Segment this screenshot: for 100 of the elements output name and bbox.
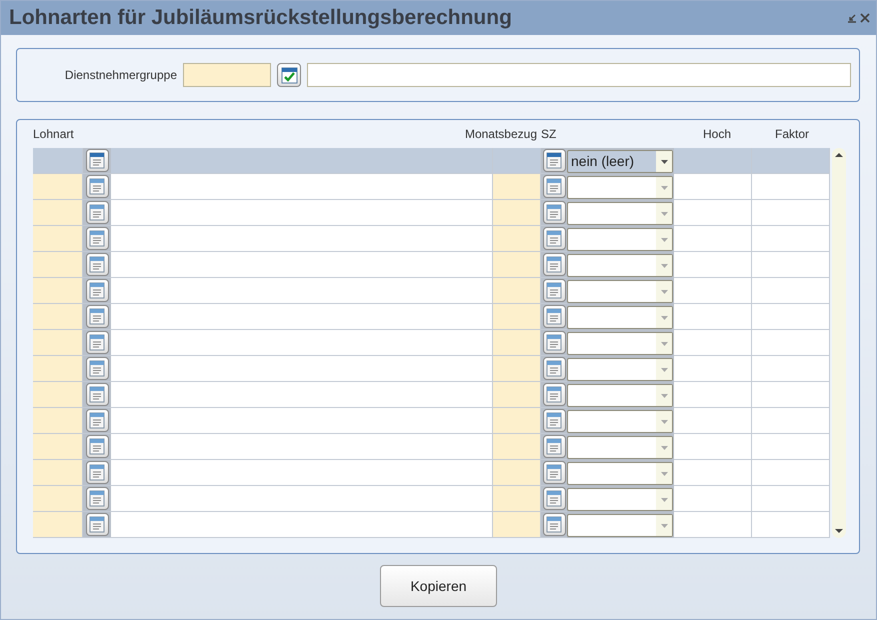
table-row[interactable]: nein (leer) <box>33 148 830 174</box>
list-icon <box>546 308 562 325</box>
sz-dropdown[interactable] <box>567 202 673 225</box>
table-cell <box>493 200 541 226</box>
table-cell <box>33 304 83 330</box>
lookup-button[interactable] <box>86 513 108 536</box>
copy-button[interactable]: Kopieren <box>380 565 497 607</box>
sz-dropdown[interactable] <box>567 332 673 355</box>
table-cell <box>493 382 541 408</box>
sz-dropdown[interactable] <box>567 228 673 251</box>
table-row[interactable] <box>33 278 830 304</box>
caret-icon <box>660 498 668 502</box>
lookup-button[interactable] <box>542 279 566 302</box>
lookup-button[interactable] <box>86 487 108 510</box>
lookup-button[interactable] <box>86 331 108 354</box>
lookup-button[interactable] <box>86 253 108 276</box>
sz-dropdown[interactable] <box>567 514 673 537</box>
lookup-button[interactable] <box>542 305 566 328</box>
table-row[interactable] <box>33 252 830 278</box>
list-icon <box>89 464 105 481</box>
table-cell <box>493 434 541 460</box>
lookup-button[interactable] <box>542 253 566 276</box>
lookup-button[interactable] <box>542 513 566 536</box>
table-cell <box>33 382 83 408</box>
lookup-button[interactable] <box>542 357 566 380</box>
lookup-button[interactable] <box>86 409 108 432</box>
caret-icon <box>660 290 668 294</box>
lookup-button[interactable] <box>542 175 566 198</box>
lookup-button[interactable] <box>86 279 108 302</box>
list-icon <box>546 178 562 195</box>
sz-dropdown[interactable] <box>567 462 673 485</box>
sz-dropdown[interactable] <box>567 384 673 407</box>
lookup-button[interactable] <box>542 227 566 250</box>
lookup-button[interactable] <box>86 305 108 328</box>
lookup-button[interactable] <box>86 357 108 380</box>
sz-dropdown[interactable] <box>567 306 673 329</box>
list-icon <box>546 230 562 247</box>
sz-dropdown[interactable] <box>567 280 673 303</box>
list-icon <box>546 386 562 403</box>
group-code-field[interactable] <box>183 63 271 87</box>
lookup-button[interactable] <box>542 461 566 484</box>
caret-icon <box>660 472 668 476</box>
sz-dropdown[interactable] <box>567 176 673 199</box>
column-header: SZ <box>541 127 558 141</box>
scrollbar[interactable] <box>832 148 846 538</box>
table-cell <box>33 148 83 174</box>
confirm-button[interactable] <box>277 63 301 87</box>
sz-dropdown[interactable] <box>567 254 673 277</box>
table-cell <box>493 512 541 538</box>
list-icon <box>89 438 105 455</box>
table-cell <box>493 330 541 356</box>
table-cell <box>493 148 541 174</box>
lookup-button[interactable] <box>542 487 566 510</box>
sz-dropdown[interactable] <box>567 488 673 511</box>
lookup-button[interactable] <box>542 149 566 172</box>
table-row[interactable] <box>33 304 830 330</box>
caret-icon <box>660 446 668 450</box>
table-row[interactable] <box>33 486 830 512</box>
group-name-field[interactable] <box>307 63 851 87</box>
lookup-button[interactable] <box>86 435 108 458</box>
lookup-button[interactable] <box>542 201 566 224</box>
table-row[interactable] <box>33 460 830 486</box>
list-icon <box>546 152 562 169</box>
table-row[interactable] <box>33 226 830 252</box>
sz-dropdown[interactable] <box>567 410 673 433</box>
table-cell <box>33 486 83 512</box>
minimize-icon[interactable] <box>847 13 857 23</box>
list-icon <box>546 360 562 377</box>
close-icon[interactable] <box>860 13 870 23</box>
table-row[interactable] <box>33 356 830 382</box>
table-cell <box>33 174 83 200</box>
lookup-button[interactable] <box>542 435 566 458</box>
lookup-button[interactable] <box>86 461 108 484</box>
list-icon <box>546 256 562 273</box>
sz-dropdown[interactable] <box>567 358 673 381</box>
table-row[interactable] <box>33 200 830 226</box>
table-row[interactable] <box>33 408 830 434</box>
lookup-button[interactable] <box>542 331 566 354</box>
lookup-button[interactable] <box>86 383 108 406</box>
sz-dropdown[interactable]: nein (leer) <box>567 150 673 173</box>
table-row[interactable] <box>33 382 830 408</box>
sz-dropdown[interactable] <box>567 436 673 459</box>
column-header: Hoch <box>702 127 732 141</box>
list-icon <box>546 204 562 221</box>
table-cell <box>33 356 83 382</box>
lookup-button[interactable] <box>542 383 566 406</box>
table-row[interactable] <box>33 434 830 460</box>
lookup-button[interactable] <box>86 175 108 198</box>
table-row[interactable] <box>33 330 830 356</box>
table-cell <box>493 174 541 200</box>
list-icon <box>89 152 105 169</box>
caret-icon <box>660 394 668 398</box>
list-icon <box>546 282 562 299</box>
lookup-button[interactable] <box>86 227 108 250</box>
table-row[interactable] <box>33 174 830 200</box>
lookup-button[interactable] <box>86 149 108 172</box>
list-icon <box>89 282 105 299</box>
caret-icon <box>660 160 668 164</box>
lookup-button[interactable] <box>542 409 566 432</box>
lookup-button[interactable] <box>86 201 108 224</box>
